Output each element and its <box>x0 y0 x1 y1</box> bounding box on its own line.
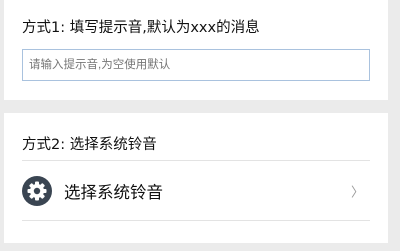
notification-sound-input[interactable] <box>22 49 370 81</box>
divider <box>22 220 370 221</box>
custom-sound-section: 方式1: 填写提示音,默认为xxx的消息 <box>4 0 388 100</box>
select-system-ringtone-label: 选择系统铃音 <box>64 182 163 202</box>
chevron-right-icon: 〉 <box>350 185 364 200</box>
gear-icon <box>22 175 52 206</box>
system-ringtone-section: 方式2: 选择系统铃音 选择系统铃音 〉 <box>4 113 388 243</box>
section-title-method1: 方式1: 填写提示音,默认为xxx的消息 <box>22 20 260 36</box>
section-title-method2: 方式2: 选择系统铃音 <box>22 137 157 153</box>
select-system-ringtone-item[interactable]: 选择系统铃音 〉 <box>22 161 370 220</box>
